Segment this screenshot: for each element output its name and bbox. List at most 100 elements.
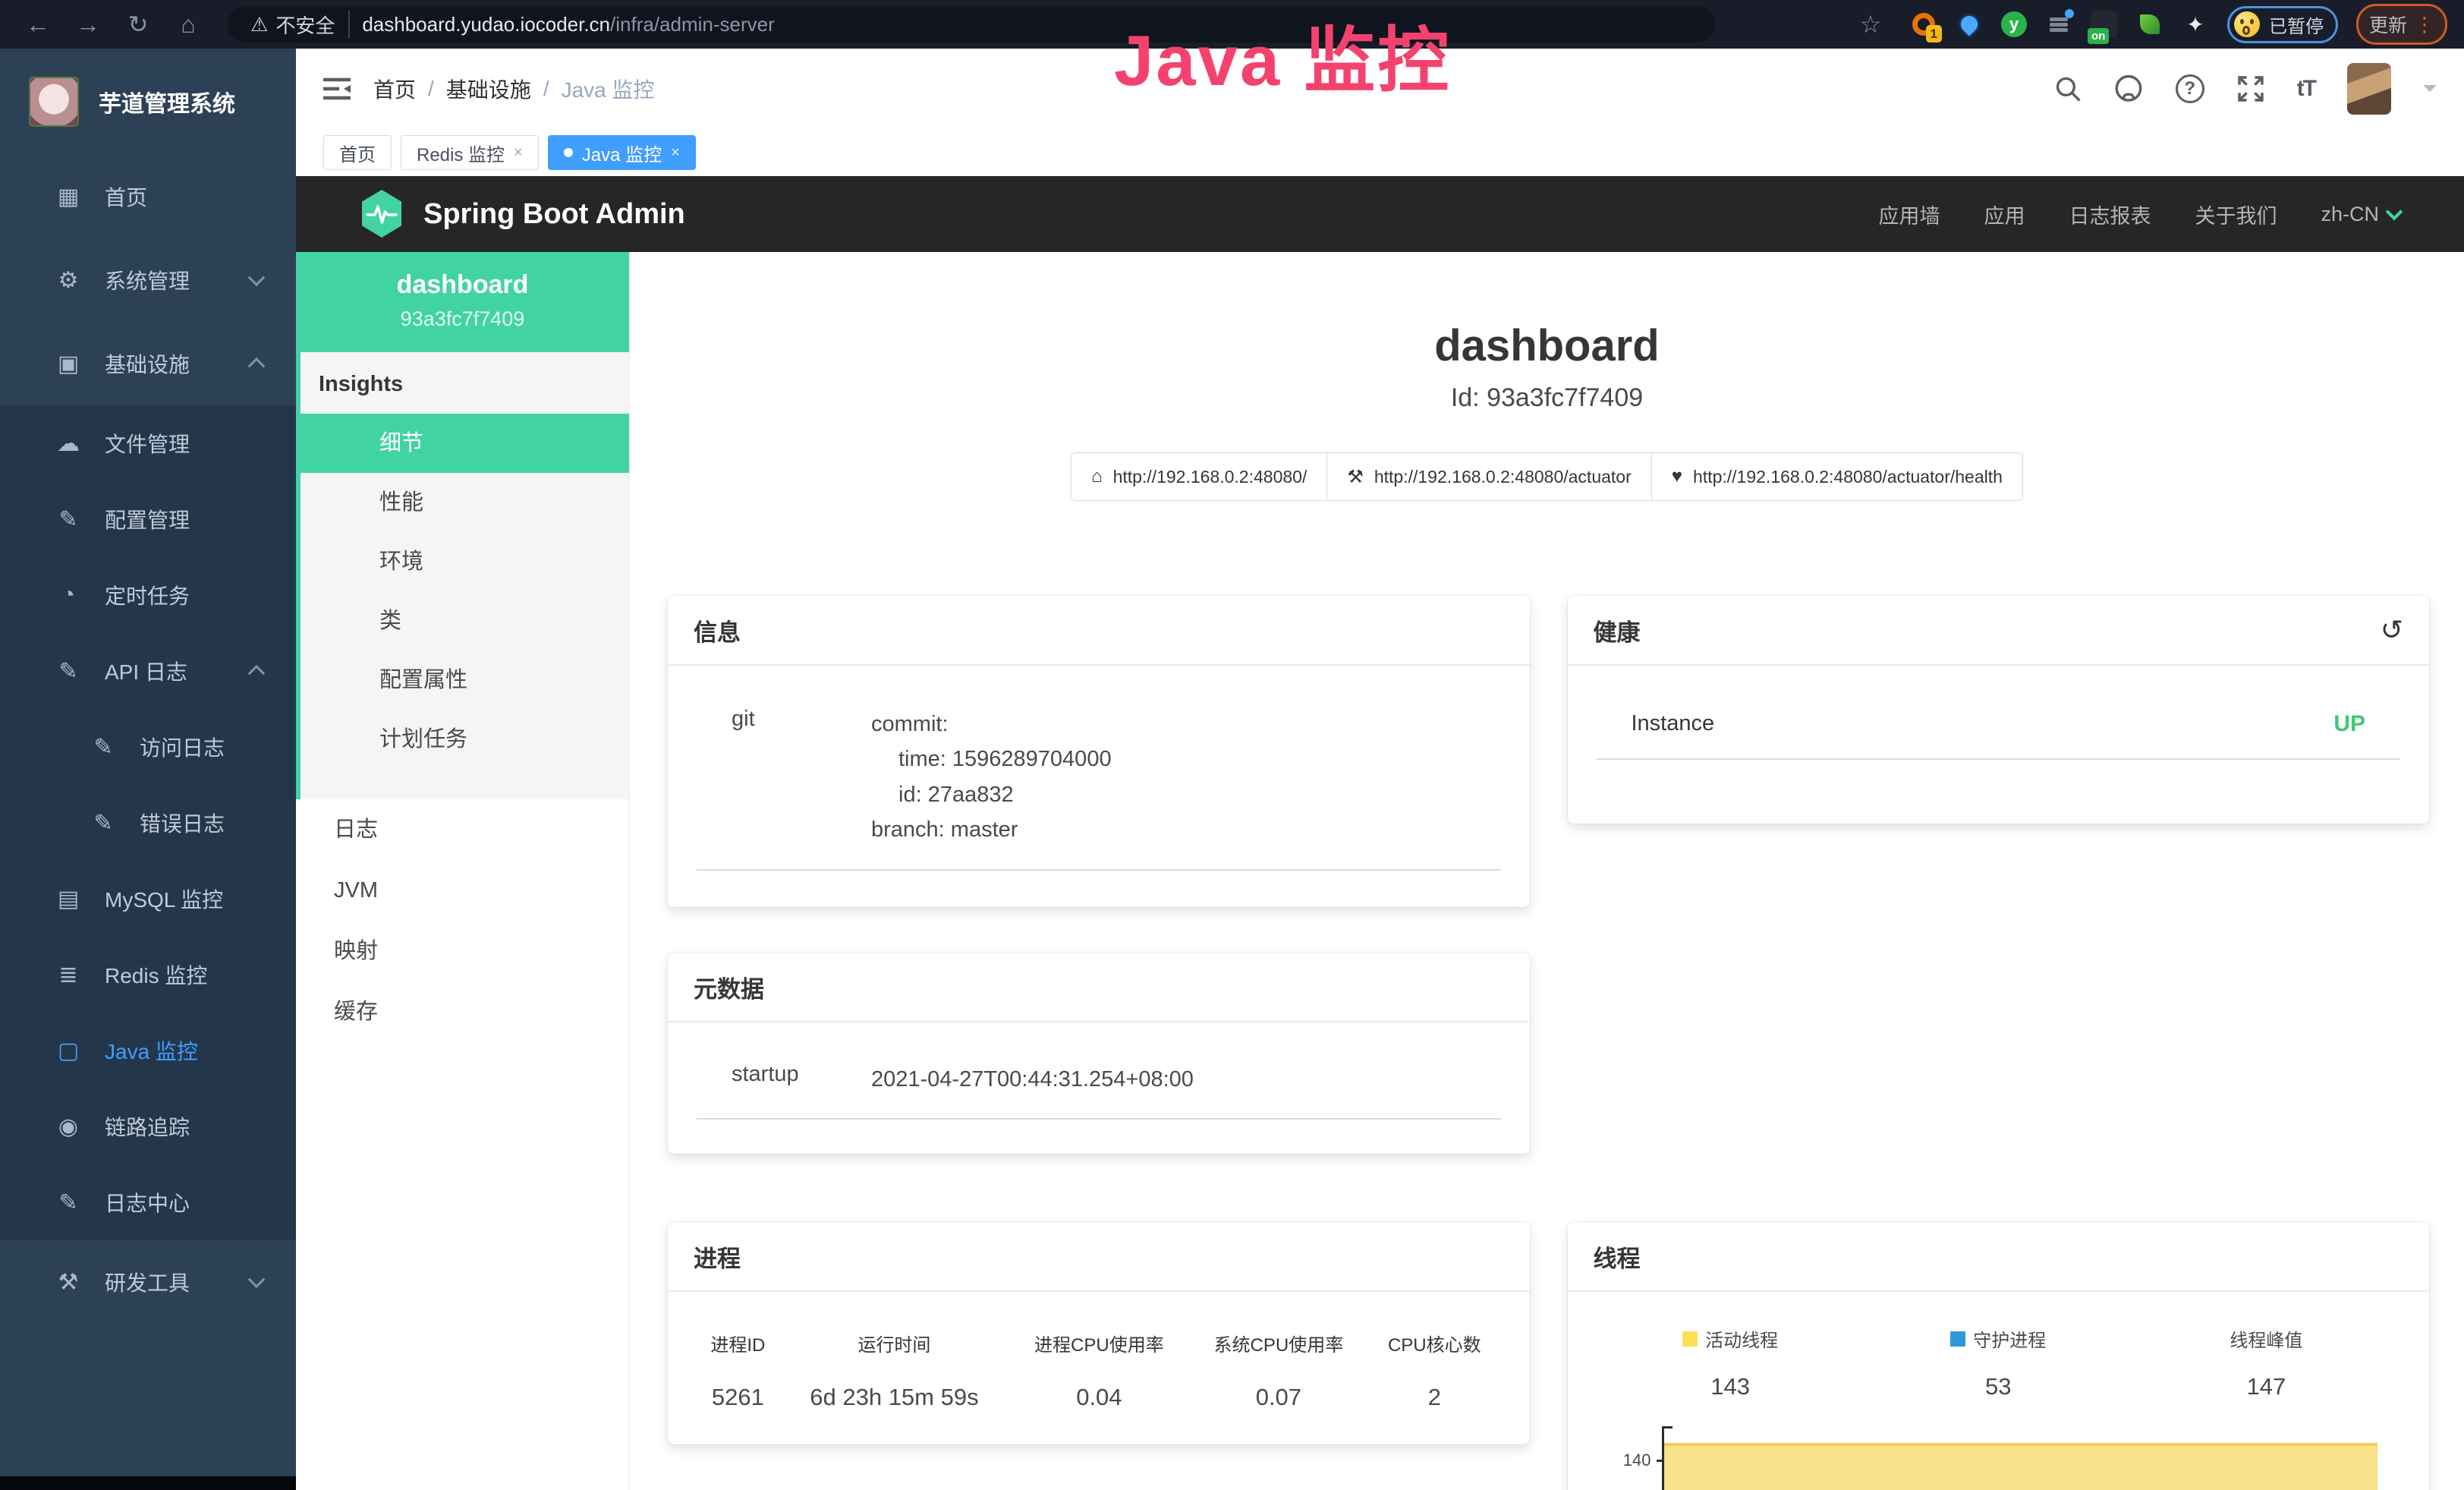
insights-section-label: Insights: [301, 352, 629, 414]
breadcrumb-home[interactable]: 首页: [373, 74, 416, 104]
sidebar-item-devtools[interactable]: ⚒ 研发工具: [0, 1240, 296, 1324]
threads-card: 线程 活动线程 143 守护进程: [1568, 1222, 2430, 1490]
java-monitor-icon: ▢: [55, 1038, 82, 1064]
extension-grid-icon[interactable]: [2045, 11, 2072, 38]
sba-nav-about[interactable]: 关于我们: [2195, 200, 2277, 229]
user-caret-icon[interactable]: [2423, 85, 2437, 99]
log-edit-icon: ✎: [90, 734, 117, 761]
sba-menu-jvm[interactable]: JVM: [296, 860, 629, 921]
home-dashboard-icon: ▦: [55, 184, 82, 210]
sba-menu-details[interactable]: 细节: [296, 414, 629, 473]
tab-home[interactable]: 首页: [323, 135, 392, 170]
sba-logo-icon: [360, 190, 404, 238]
site-security-chip[interactable]: ⚠ 不安全: [250, 11, 350, 39]
home-icon: ⌂: [1091, 466, 1103, 487]
tag-view-bar: 首页 Redis 监控 × Java 监控 ×: [296, 129, 2464, 176]
sba-menu-metrics[interactable]: 性能: [301, 473, 629, 532]
extension-switch-icon[interactable]: on: [2091, 11, 2118, 38]
sba-nav-journal[interactable]: 日志报表: [2069, 200, 2151, 229]
sba-menu-classes[interactable]: 类: [301, 591, 629, 650]
eye-icon: ◉: [55, 1114, 82, 1140]
sba-menu-environment[interactable]: 环境: [301, 532, 629, 591]
sidebar-item-log-center[interactable]: ✎ 日志中心: [0, 1164, 296, 1240]
instance-header[interactable]: dashboard 93a3fc7f7409: [296, 252, 629, 352]
browser-actions: ☆ 1 y on ✦ 已暂停 更新 ⋮: [1849, 4, 2447, 45]
user-avatar[interactable]: [2347, 63, 2391, 115]
app-sidebar: 芋道管理系统 ▦ 首页 ⚙ 系统管理 ▣ 基础设施 ☁ 文件管理: [0, 49, 296, 1490]
tab-redis-monitor[interactable]: Redis 监控 ×: [401, 135, 539, 170]
sba-menu-logs[interactable]: 日志: [296, 799, 629, 860]
extension-leaf-icon[interactable]: [2136, 11, 2163, 38]
address-bar[interactable]: ⚠ 不安全 dashboard.yudao.iocoder.cn/infra/a…: [228, 6, 1715, 43]
fullscreen-icon[interactable]: [2236, 74, 2265, 103]
annotation-java-monitor: Java 监控: [1114, 3, 1451, 106]
info-card-title: 信息: [668, 596, 1530, 666]
sidebar-item-access-log[interactable]: ✎ 访问日志: [0, 709, 296, 785]
help-icon[interactable]: ?: [2176, 74, 2204, 103]
health-url-button[interactable]: ♥ http://192.168.0.2:48080/actuator/heal…: [1651, 452, 2023, 501]
sba-menu-mappings[interactable]: 映射: [296, 921, 629, 981]
sidebar-item-infra[interactable]: ▣ 基础设施: [0, 322, 296, 405]
bookmark-star-icon[interactable]: ☆: [1849, 10, 1892, 39]
legend-peak-threads: 线程峰值 147: [2132, 1325, 2400, 1400]
threads-card-title: 线程: [1568, 1222, 2430, 1292]
app-logo-row[interactable]: 芋道管理系统: [0, 49, 296, 155]
extension-pin-icon[interactable]: [1956, 11, 1983, 38]
heart-icon: ♥: [1672, 466, 1682, 487]
font-size-icon[interactable]: tT: [2297, 76, 2315, 102]
sidebar-item-error-log[interactable]: ✎ 错误日志: [0, 785, 296, 861]
on-badge: on: [2088, 28, 2109, 44]
github-icon[interactable]: [2113, 74, 2144, 103]
timer-icon: ◔: [55, 582, 82, 608]
infra-submenu: ☁ 文件管理 ✎ 配置管理 ◔ 定时任务 ✎ API 日志 ✎: [0, 405, 296, 1240]
sba-menu-config-props[interactable]: 配置属性: [301, 650, 629, 710]
actuator-url-button[interactable]: ⚒ http://192.168.0.2:48080/actuator: [1326, 452, 1651, 501]
sidebar-item-job[interactable]: ◔ 定时任务: [0, 557, 296, 633]
url-path: /infra/admin-server: [610, 13, 775, 36]
sidebar-item-system[interactable]: ⚙ 系统管理: [0, 238, 296, 322]
chrome-update-button[interactable]: 更新 ⋮: [2356, 4, 2447, 45]
extension-y-icon[interactable]: y: [2001, 11, 2027, 37]
sidebar-item-file[interactable]: ☁ 文件管理: [0, 405, 296, 481]
browser-back-icon[interactable]: ←: [17, 11, 59, 39]
history-icon[interactable]: ↺: [2381, 614, 2403, 646]
sidebar-item-java-monitor[interactable]: ▢ Java 监控: [0, 1013, 296, 1088]
sba-nav-wallboard[interactable]: 应用墙: [1878, 200, 1940, 229]
sidebar-item-config[interactable]: ✎ 配置管理: [0, 481, 296, 557]
app-title: 芋道管理系统: [99, 85, 235, 118]
close-icon[interactable]: ×: [514, 144, 523, 162]
sba-brand[interactable]: Spring Boot Admin: [360, 190, 685, 238]
sidebar-item-home[interactable]: ▦ 首页: [0, 155, 296, 238]
instance-health-row[interactable]: Instance UP: [1597, 711, 2401, 760]
browser-reload-icon[interactable]: ↻: [117, 10, 159, 39]
breadcrumb-infra[interactable]: 基础设施: [446, 74, 531, 104]
extension-colorzilla-icon[interactable]: 1: [1910, 11, 1937, 38]
search-icon[interactable]: [2054, 75, 2082, 102]
sidebar-fold-icon[interactable]: [323, 77, 351, 101]
threads-chart: 140 120 100: [1597, 1426, 2401, 1490]
extensions-puzzle-icon[interactable]: ✦: [2182, 11, 2209, 38]
instance-links: ⌂ http://192.168.0.2:48080/ ⚒ http://192…: [630, 452, 2464, 501]
browser-forward-icon[interactable]: →: [67, 11, 109, 39]
browser-home-icon[interactable]: ⌂: [167, 11, 209, 39]
warning-icon: ⚠: [250, 13, 268, 36]
edit-icon: ✎: [55, 506, 82, 533]
tab-java-monitor[interactable]: Java 监控 ×: [548, 135, 696, 170]
sidebar-item-trace[interactable]: ◉ 链路追踪: [0, 1088, 296, 1164]
sba-locale-select[interactable]: zh-CN: [2321, 203, 2400, 226]
sba-nav-applications[interactable]: 应用: [1984, 200, 2025, 229]
instance-detail: dashboard Id: 93a3fc7f7409 ⌂ http://192.…: [630, 252, 2464, 1490]
info-card: 信息 git commit: time: 1596289704000 id: 2: [668, 596, 1530, 907]
metadata-card: 元数据 startup 2021-04-27T00:44:31.254+08:0…: [668, 953, 1530, 1154]
sidebar-item-redis[interactable]: ≣ Redis 监控: [0, 937, 296, 1013]
sidebar-item-mysql[interactable]: ▤ MySQL 监控: [0, 861, 296, 937]
close-icon[interactable]: ×: [671, 144, 680, 162]
sba-menu-caches[interactable]: 缓存: [296, 981, 629, 1042]
profile-paused-pill[interactable]: 已暂停: [2227, 6, 2338, 43]
legend-live-threads: 活动线程 143: [1597, 1325, 1865, 1400]
sba-menu-scheduled-tasks[interactable]: 计划任务: [301, 710, 629, 769]
service-url-button[interactable]: ⌂ http://192.168.0.2:48080/: [1071, 452, 1327, 501]
instance-id-line: Id: 93a3fc7f7409: [630, 383, 2464, 413]
window-bottom-edge: [0, 1476, 296, 1490]
sidebar-item-api-log[interactable]: ✎ API 日志: [0, 633, 296, 709]
